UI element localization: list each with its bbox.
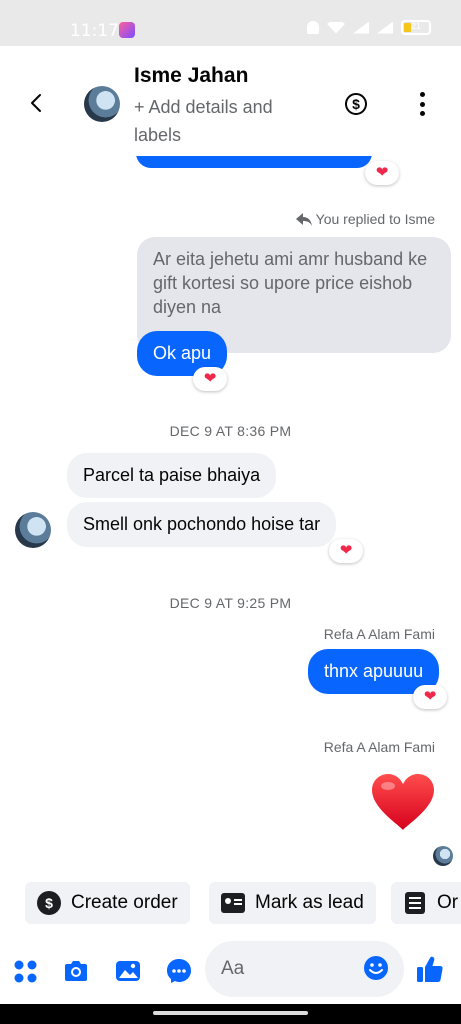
outgoing-message-bubble-partial[interactable] bbox=[136, 156, 372, 168]
back-arrow-icon[interactable] bbox=[26, 92, 48, 114]
reply-note-text: You replied to Isme bbox=[315, 211, 435, 227]
contact-card-icon bbox=[221, 891, 245, 915]
mark-as-lead-label: Mark as lead bbox=[255, 892, 364, 913]
incoming-message-bubble[interactable]: Smell onk pochondo hoise tar bbox=[67, 502, 337, 547]
create-order-button[interactable]: $ Create order bbox=[25, 882, 190, 924]
sender-label: Refa A Alam Fami bbox=[323, 626, 435, 642]
thumbs-up-icon[interactable] bbox=[415, 954, 445, 984]
system-nav-bar bbox=[0, 1004, 461, 1024]
heart-sticker-icon[interactable] bbox=[370, 772, 436, 832]
signal-icon bbox=[353, 21, 369, 34]
camera-icon[interactable] bbox=[63, 958, 89, 984]
contact-name[interactable]: Isme Jahan bbox=[134, 64, 248, 88]
heart-reaction[interactable]: ❤ bbox=[193, 367, 227, 391]
orders-button[interactable]: Or bbox=[391, 882, 461, 924]
emoji-icon[interactable] bbox=[363, 955, 389, 981]
gallery-icon[interactable] bbox=[115, 958, 141, 984]
home-gesture-pill[interactable] bbox=[153, 1011, 308, 1015]
heart-reaction[interactable]: ❤ bbox=[413, 685, 447, 709]
heart-reaction[interactable]: ❤ bbox=[365, 161, 399, 185]
sender-label: Refa A Alam Fami bbox=[323, 739, 435, 755]
contact-avatar[interactable] bbox=[84, 86, 120, 122]
date-separator: DEC 9 AT 8:36 PM bbox=[169, 423, 292, 439]
payment-dollar-icon[interactable]: $ bbox=[345, 93, 367, 115]
app-notification-icon bbox=[119, 22, 135, 38]
reply-arrow-icon bbox=[295, 212, 312, 226]
quick-actions-bar: $ Create order Mark as lead Or bbox=[0, 876, 461, 934]
chat-header: Isme Jahan + Add details and labels $ bbox=[0, 46, 461, 156]
status-time: 11:17 bbox=[70, 21, 119, 41]
messenger-bubble-icon[interactable] bbox=[166, 958, 192, 984]
add-details-link[interactable]: + Add details and labels bbox=[134, 93, 314, 149]
message-composer bbox=[0, 934, 461, 1004]
signal-icon-2 bbox=[377, 21, 393, 34]
status-icons: 21 bbox=[307, 20, 431, 35]
more-options-icon[interactable] bbox=[411, 92, 433, 116]
mute-bell-icon bbox=[307, 21, 319, 34]
order-list-icon bbox=[403, 891, 427, 915]
message-thread[interactable]: ❤ You replied to Isme Ar eita jehetu ami… bbox=[0, 156, 461, 876]
sender-avatar[interactable] bbox=[15, 512, 51, 548]
mark-as-lead-button[interactable]: Mark as lead bbox=[209, 882, 376, 924]
status-bar: 11:17 21 bbox=[0, 0, 461, 46]
incoming-message-bubble[interactable]: Parcel ta paise bhaiya bbox=[67, 453, 277, 498]
heart-reaction[interactable]: ❤ bbox=[329, 539, 363, 563]
orders-label: Or bbox=[437, 892, 459, 913]
create-order-label: Create order bbox=[71, 892, 178, 913]
date-separator: DEC 9 AT 9:25 PM bbox=[169, 595, 292, 611]
reply-indicator: You replied to Isme bbox=[295, 211, 435, 227]
battery-icon: 21 bbox=[401, 20, 431, 35]
seen-avatar bbox=[433, 846, 453, 866]
wifi-icon bbox=[327, 21, 345, 34]
dollar-circle-icon: $ bbox=[37, 891, 61, 915]
apps-grid-icon[interactable] bbox=[13, 958, 39, 984]
